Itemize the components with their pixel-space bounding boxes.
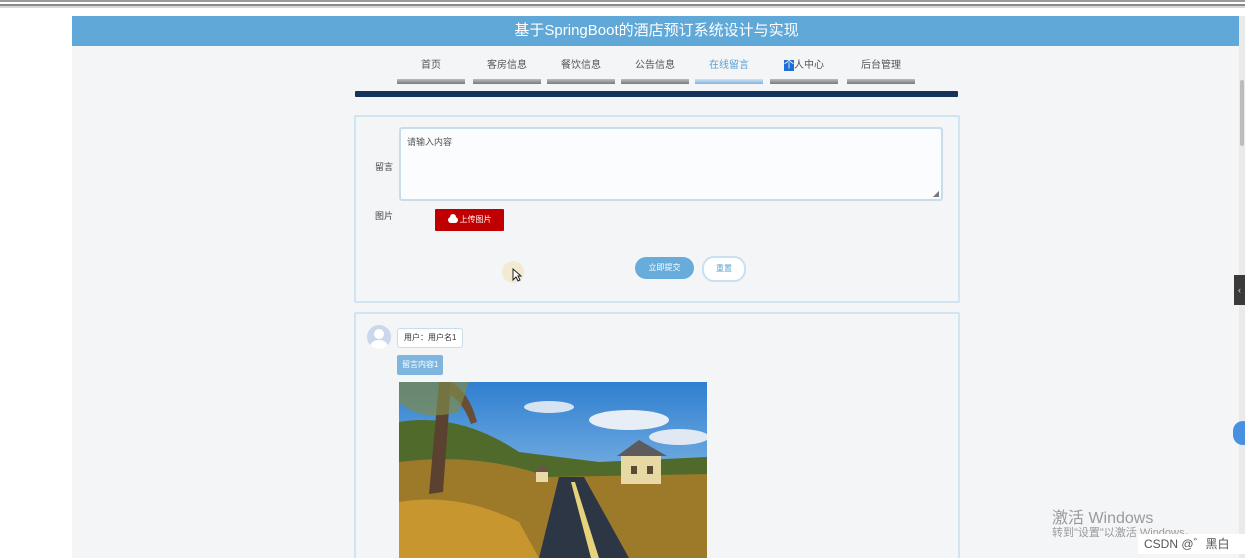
chevron-left-icon[interactable]: ‹ (1234, 275, 1245, 305)
nav-label: 后台管理 (861, 60, 901, 71)
image-label: 图片 (375, 211, 394, 221)
message-image (399, 382, 707, 558)
window-top-border (0, 0, 1245, 8)
nav-rooms[interactable]: 客房信息 (473, 58, 541, 84)
nav-dining[interactable]: 餐饮信息 (547, 58, 615, 84)
reset-button[interactable]: 重置 (702, 256, 746, 282)
resize-handle-icon[interactable]: ◢ (933, 189, 939, 198)
nav-bar (621, 79, 689, 84)
nav-announcements[interactable]: 公告信息 (621, 58, 689, 84)
nav-bar (770, 79, 838, 84)
nav-admin[interactable]: 后台管理 (847, 58, 915, 84)
nav-label: 客房信息 (487, 60, 527, 71)
nav-home[interactable]: 首页 (397, 58, 465, 84)
nav-underline (355, 91, 958, 97)
nav-label-selection: 个 (784, 60, 794, 71)
message-label: 留言 (375, 162, 394, 172)
nav-label: 餐饮信息 (561, 60, 601, 71)
message-placeholder: 请输入内容 (407, 137, 453, 147)
nav-label-rest: 人中心 (794, 60, 824, 71)
nav-bar (847, 79, 915, 84)
upload-image-button[interactable]: 上传图片 (435, 209, 504, 231)
page-title: 基于SpringBoot的酒店预订系统设计与实现 (72, 16, 1241, 46)
nav-label: 首页 (421, 60, 441, 71)
nav-personal-center[interactable]: 个人中心 (770, 58, 838, 84)
landscape-photo (399, 382, 707, 558)
nav-bar (547, 79, 615, 84)
nav-label: 个人中心 (770, 58, 838, 77)
submit-button[interactable]: 立即提交 (635, 257, 694, 279)
csdn-watermark: CSDN @゛黑白 (1138, 534, 1245, 554)
message-content: 留言内容1 (397, 355, 444, 375)
page: 基于SpringBoot的酒店预订系统设计与实现 首页 客房信息 餐饮信息 公告… (72, 16, 1241, 558)
nav-online-message[interactable]: 在线留言 (695, 58, 763, 84)
message-user: 用户：用户名1 (397, 328, 464, 348)
cloud-upload-icon (447, 213, 458, 223)
user-avatar (367, 325, 391, 349)
scrollbar-thumb[interactable] (1240, 80, 1244, 146)
upload-label: 上传图片 (459, 215, 492, 224)
nav-label: 公告信息 (635, 60, 675, 71)
nav-bar (397, 79, 465, 84)
nav-label: 在线留言 (709, 60, 749, 71)
floating-action-icon[interactable] (1233, 421, 1245, 445)
nav-bar-active (695, 79, 763, 84)
nav-bar (473, 79, 541, 84)
mouse-cursor-icon (512, 268, 522, 282)
message-textarea[interactable]: 请输入内容 ◢ (399, 127, 943, 201)
